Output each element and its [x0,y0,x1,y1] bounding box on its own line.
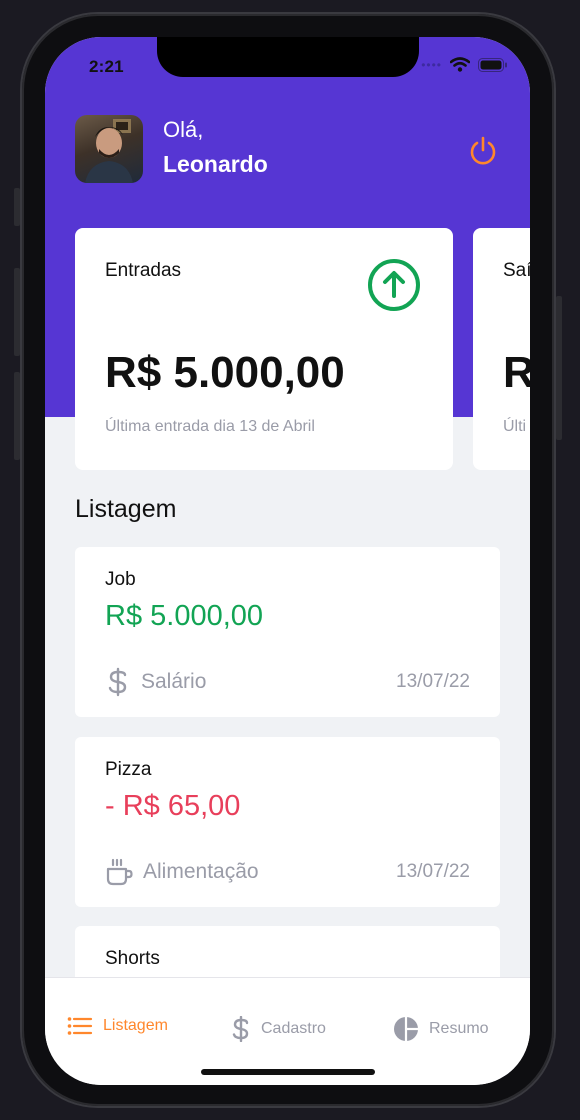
transaction-date: 13/07/22 [396,861,470,882]
income-card: Entradas R$ 5.000,00 Última entrada dia … [75,228,453,470]
arrow-up-circle-icon [368,259,420,311]
card-amount: R [503,348,530,397]
transaction-card[interactable]: Pizza - R$ 65,00 Alimentação 13/07/22 [75,737,500,907]
transaction-amount: - R$ 65,00 [105,790,241,822]
tab-label: Cadastro [261,1020,326,1037]
transaction-title: Job [105,569,136,590]
transaction-category: Salário [105,667,206,697]
power-icon[interactable] [467,135,499,167]
volume-down-button [14,372,20,460]
dollar-icon [108,667,127,697]
notch [157,37,419,77]
tab-label: Listagem [103,1017,168,1034]
coffee-icon [106,858,133,886]
status-time: 2:21 [89,57,124,76]
category-label: Salário [141,670,207,693]
card-title: Entradas [105,260,182,281]
transaction-title: Shorts [105,948,160,969]
transaction-amount: R$ 5.000,00 [105,600,264,632]
home-indicator [201,1069,375,1075]
transaction-title: Pizza [105,759,152,780]
tab-cadastro[interactable]: Cadastro [231,1016,326,1042]
transaction-category: Alimentação [105,857,259,887]
pie-chart-icon [394,1017,418,1041]
list-icon [67,1017,93,1035]
card-subtitle: Últi [503,418,527,435]
app-screen: 2:21 •••• Olá, Leonardo Entradas R$ 5.00… [45,37,530,1085]
mute-switch [14,188,20,226]
card-amount: R$ 5.000,00 [105,348,345,397]
outcome-card: Saídas R Últi [473,228,530,470]
greeting-text: Olá, [163,117,204,142]
dollar-icon [232,1016,249,1042]
status-icons: •••• [421,57,508,72]
card-subtitle: Última entrada dia 13 de Abril [105,418,315,435]
card-title: Saídas [503,260,530,281]
volume-up-button [14,268,20,356]
power-side-button [556,296,562,440]
transaction-date: 13/07/22 [396,671,470,692]
wifi-icon [450,57,470,72]
tab-resumo[interactable]: Resumo [393,1016,489,1042]
tab-label: Resumo [429,1020,489,1037]
tab-listagem[interactable]: Listagem [67,1016,168,1036]
category-label: Alimentação [143,860,259,883]
user-name: Leonardo [163,151,268,177]
listing-title: Listagem [75,495,177,523]
avatar [75,115,143,183]
avatar-photo [85,119,133,183]
transaction-card[interactable]: Job R$ 5.000,00 Salário 13/07/22 [75,547,500,717]
signal-icon: •••• [421,57,442,72]
battery-icon [478,57,507,72]
